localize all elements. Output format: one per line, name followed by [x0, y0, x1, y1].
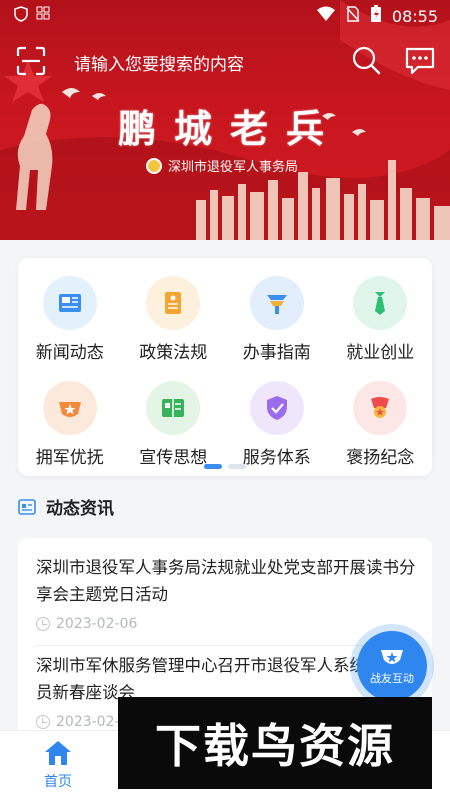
search-input[interactable]: 请输入您要搜索的内容	[74, 50, 244, 75]
news-date: 2023-02-06	[56, 616, 138, 632]
news-section-title: 动态资讯	[46, 499, 114, 519]
menu-item-guide[interactable]: 办事指南	[225, 276, 329, 363]
shield-status-icon	[14, 6, 28, 26]
menu-item-label: 就业创业	[346, 343, 415, 363]
menu-item-label: 拥军优抚	[35, 448, 104, 468]
shield-icon	[249, 381, 304, 435]
badge-icon	[42, 381, 97, 435]
battery-icon	[370, 5, 382, 27]
banner-subtitle: 深圳市退役军人事务局	[168, 160, 299, 175]
tie-icon	[353, 276, 408, 330]
news-title: 深圳市退役军人事务局法规就业处党支部开展读书分享会主题党日活动	[36, 558, 416, 604]
home-icon	[45, 741, 71, 765]
menu-item-label: 服务体系	[242, 448, 311, 468]
menu-item-label: 新闻动态	[35, 343, 104, 363]
emblem-icon	[146, 157, 162, 174]
banner-subtitle-row: 深圳市退役军人事务局	[146, 156, 298, 175]
page-dot-active	[204, 464, 222, 469]
watermark-text: 下载鸟资源	[155, 719, 395, 773]
status-bar: 08:55	[0, 0, 450, 30]
news-meta: 2023-02-06	[36, 616, 416, 632]
wifi-icon	[316, 6, 336, 26]
menu-item-label: 办事指南	[242, 343, 311, 363]
header-banner: 08:55 请输入您要搜索的内容 鹏城老兵 深圳市退役军人事务局	[0, 0, 450, 240]
guide-icon	[249, 276, 304, 330]
news-item[interactable]: 深圳市退役军人事务局法规就业处党支部开展读书分享会主题党日活动 2023-02-…	[36, 554, 416, 632]
search-icon	[352, 46, 381, 75]
clock-icon	[36, 617, 50, 631]
newspaper-icon	[42, 276, 97, 330]
menu-item-publicity[interactable]: 宣传思想	[122, 381, 226, 468]
menu-item-employment[interactable]: 就业创业	[329, 276, 433, 363]
menu-item-memorial[interactable]: 褒扬纪念	[329, 381, 433, 468]
comrade-interaction-label: 战友互动	[370, 672, 414, 685]
menu-item-news[interactable]: 新闻动态	[18, 276, 122, 363]
book-icon	[146, 381, 201, 435]
comrade-interaction-button[interactable]: 战友互动	[350, 624, 434, 708]
document-icon	[146, 276, 201, 330]
app-root: 08:55 请输入您要搜索的内容 鹏城老兵 深圳市退役军人事务局 新闻动态 政策…	[0, 0, 450, 800]
banner-title: 鹏城老兵	[118, 107, 343, 151]
menu-item-policy[interactable]: 政策法规	[122, 276, 226, 363]
news-section-header: 动态资讯	[18, 494, 114, 519]
grid-status-icon	[36, 6, 50, 26]
news-section-icon	[18, 498, 36, 515]
menu-item-label: 政策法规	[139, 343, 208, 363]
scan-button[interactable]	[16, 46, 46, 76]
no-sim-icon	[346, 6, 360, 26]
message-button[interactable]	[404, 46, 436, 76]
menu-item-label: 宣传思想	[139, 448, 208, 468]
medal-icon	[353, 381, 408, 435]
page-indicator	[204, 464, 246, 469]
watermark-overlay: 下载鸟资源	[118, 697, 432, 789]
function-menu-card: 新闻动态 政策法规 办事指南 就业创业 拥军优抚 宣传思想 服务体系 褒扬纪念	[18, 258, 432, 476]
clock-icon	[36, 715, 50, 729]
clock-time: 08:55	[391, 6, 438, 26]
tab-home[interactable]: 首页	[30, 739, 86, 791]
menu-item-label: 褒扬纪念	[346, 448, 415, 468]
menu-item-service[interactable]: 服务体系	[225, 381, 329, 468]
tab-home-label: 首页	[44, 774, 72, 790]
page-dot	[228, 464, 246, 469]
comrade-badge-icon	[381, 650, 403, 664]
menu-item-support[interactable]: 拥军优抚	[18, 381, 122, 468]
scan-icon	[16, 46, 46, 76]
function-grid: 新闻动态 政策法规 办事指南 就业创业 拥军优抚 宣传思想 服务体系 褒扬纪念	[18, 276, 432, 468]
search-button[interactable]	[350, 44, 382, 76]
top-bar: 请输入您要搜索的内容	[0, 40, 450, 84]
message-icon	[405, 47, 435, 75]
comrade-interaction-inner: 战友互动	[357, 631, 427, 701]
